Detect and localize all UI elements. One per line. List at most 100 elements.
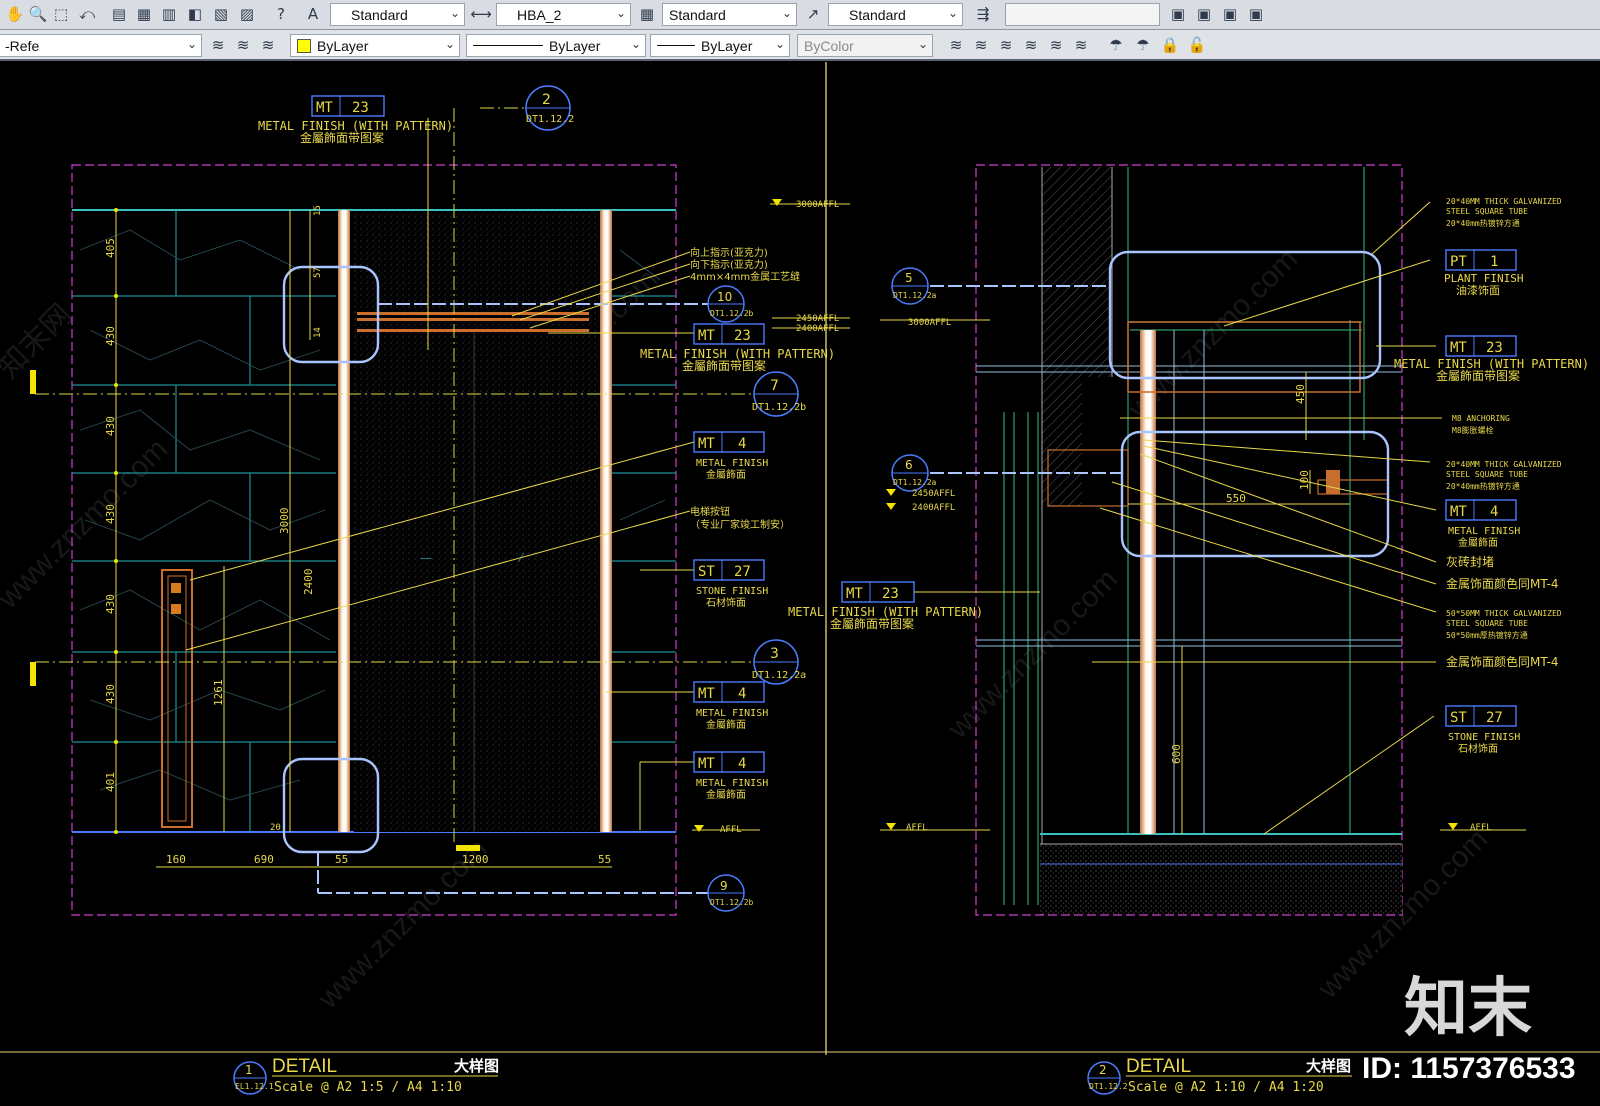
tag-mt4-a: MT 4 METAL FINISH 金屬飾面	[693, 431, 768, 481]
note-tube-2: 20*40MM THICK GALVANIZED STEEL SQUARE TU…	[1446, 460, 1562, 491]
lineweight-sample	[657, 45, 695, 46]
zoom-window-icon[interactable]: ⬚	[50, 3, 72, 25]
text-style-value: Standard	[351, 6, 408, 23]
chevron-down-icon: ⌄	[444, 37, 455, 51]
lineweight-combo[interactable]: ByLayer ⌄	[650, 34, 790, 57]
design-center-icon[interactable]: ▥	[158, 3, 180, 25]
tag-en: STONE FINISH	[1448, 732, 1520, 743]
dim-600: 600	[1170, 744, 1183, 764]
zoom-realtime-icon[interactable]: 🔍	[27, 3, 49, 25]
sheet-set-icon[interactable]: ▧	[210, 3, 232, 25]
layer-tool-6-icon[interactable]: ≋	[1070, 34, 1092, 56]
layer-combo[interactable]: -Refe ⌄	[0, 34, 202, 57]
layer-unlock-icon[interactable]: 🔓	[1186, 34, 1208, 56]
color-swatch	[297, 38, 311, 53]
linetype-combo[interactable]: ByLayer ⌄	[466, 34, 646, 57]
section-mark	[30, 662, 36, 686]
text-style-icon[interactable]: A	[302, 3, 324, 25]
note-line: 20*40mm热镀锌方通	[1446, 481, 1520, 491]
note-line: STEEL SQUARE TUBE	[1446, 470, 1528, 479]
tool-palettes-icon[interactable]: ◧	[184, 3, 206, 25]
layer-tools-icon[interactable]: ⇶	[972, 3, 994, 25]
dim-style-combo[interactable]: HBA_2 ⌄	[496, 3, 631, 26]
tag-code: MT	[316, 100, 333, 116]
note-line: 20*40MM THICK GALVANIZED	[1446, 197, 1562, 206]
dim-h-labels: 160 690 55 1200 55	[166, 853, 611, 866]
note-line: 20*40MM THICK GALVANIZED	[1446, 460, 1562, 469]
dim-style-icon[interactable]: ⟷	[470, 3, 492, 25]
tag-en: STONE FINISH	[696, 586, 768, 597]
tag-code: PT	[1450, 254, 1467, 270]
callout-ref: DT1.12.2a	[752, 670, 806, 681]
plotstyle-combo[interactable]: ByColor ⌄	[797, 34, 933, 57]
tag-mt23-top: MT 23 METAL FINISH (WITH PATTERN) 金屬飾面带图…	[258, 95, 453, 145]
layer-lock-icon[interactable]: 🔒	[1159, 34, 1181, 56]
level-2400: 2400AFFL	[796, 324, 839, 334]
layer-off-icon[interactable]: ☂	[1105, 34, 1127, 56]
multileader-style-icon[interactable]: ↗	[802, 3, 824, 25]
layer-tool-3-icon[interactable]: ≋	[995, 34, 1017, 56]
callout-num: 5	[905, 271, 913, 285]
chevron-down-icon: ⌄	[449, 6, 460, 20]
tag-cn: 金屬飾面	[1458, 536, 1498, 549]
dim-2400: 2400	[302, 569, 315, 596]
layer-isolate-icon[interactable]: ☂	[1132, 34, 1154, 56]
mleader-style-combo[interactable]: Standard ⌄	[828, 3, 963, 26]
dim-h-2: 55	[335, 853, 348, 866]
layer-state-icon[interactable]: ≋	[257, 34, 279, 56]
chevron-down-icon: ⌄	[947, 6, 958, 20]
tag-st27-section: ST 27 STONE FINISH 石材饰面	[1445, 705, 1520, 755]
note-line: 50*50MM THICK GALVANIZED	[1446, 609, 1562, 618]
callout-num: 7	[770, 378, 779, 394]
markup-icon[interactable]: ▨	[236, 3, 258, 25]
layer-make-current-icon[interactable]: ≋	[207, 34, 229, 56]
note-elevator-button: 电梯按钮 （专业厂家竣工制安）	[690, 505, 790, 531]
callout-5: 5 DT1.12.2a	[891, 267, 937, 305]
note-groove: 4mm×4mm金属工艺缝	[690, 270, 800, 283]
drawing-canvas[interactable]: www.znzmo.com www.znzmo.com www.znzmo.co…	[0, 62, 1600, 1106]
layer-previous-icon[interactable]: ≋	[232, 34, 254, 56]
tag-cn: 石材饰面	[706, 596, 746, 609]
view-3-icon[interactable]: ▣	[1219, 3, 1241, 25]
note-line: STEEL SQUARE TUBE	[1446, 207, 1528, 216]
layer-tool-4-icon[interactable]: ≋	[1020, 34, 1042, 56]
transom-bar	[357, 312, 589, 315]
dim-v-0: 405	[104, 238, 117, 258]
detail-1-elevation: — ⁄ 405 430 430 430 430 430 401 15 57 14…	[30, 85, 850, 916]
level-affl-left: AFFL	[906, 823, 928, 833]
level-3000: 3000AFFL	[796, 200, 839, 210]
help-icon[interactable]: ?	[270, 3, 292, 25]
table-style-icon[interactable]: ▦	[636, 3, 658, 25]
tag-cn: 油漆饰面	[1456, 283, 1500, 297]
properties-icon[interactable]: ▦	[133, 3, 155, 25]
tag-code: ST	[1450, 710, 1467, 726]
color-combo[interactable]: ByLayer ⌄	[290, 34, 460, 57]
dim-v-2: 430	[104, 416, 117, 436]
standard-toolbar: ✋ 🔍 ⬚ ⤺ ▤ ▦ ▥ ◧ ▧ ▨ ? A Standard ⌄ ⟷ HBA_…	[0, 0, 1600, 30]
save-icon[interactable]: ▤	[108, 3, 130, 25]
callout-num: 2	[542, 92, 551, 108]
dim-v-6: 401	[104, 772, 117, 792]
view-2-icon[interactable]: ▣	[1193, 3, 1215, 25]
blank-field[interactable]	[1005, 3, 1160, 26]
callout-7: 7 DT1.12.2b	[752, 371, 806, 417]
table-style-combo[interactable]: Standard ⌄	[662, 3, 797, 26]
steel-post	[1140, 330, 1156, 834]
tag-code: MT	[846, 586, 863, 602]
title-ref: DT1.12.2	[1089, 1082, 1128, 1091]
callout-ref: DT1.12.2	[526, 114, 574, 125]
left-jamb	[338, 210, 350, 832]
pan-icon[interactable]: ✋	[4, 3, 26, 25]
layer-tool-1-icon[interactable]: ≋	[945, 34, 967, 56]
watermark-text: www.znzmo.com	[941, 562, 1124, 745]
zoom-previous-icon[interactable]: ⤺	[76, 3, 98, 25]
tag-cn: 金屬飾面带图案	[830, 616, 914, 631]
layer-tool-5-icon[interactable]: ≋	[1045, 34, 1067, 56]
floor-slab	[1040, 844, 1402, 914]
tag-mt23-section: MT 23 METAL FINISH (WITH PATTERN) 金屬飾面带图…	[1394, 335, 1589, 383]
view-add-icon[interactable]: ▣	[1167, 3, 1189, 25]
dim-h-0: 160	[166, 853, 186, 866]
text-style-combo[interactable]: Standard ⌄	[330, 3, 465, 26]
layer-tool-2-icon[interactable]: ≋	[970, 34, 992, 56]
view-4-icon[interactable]: ▣	[1245, 3, 1267, 25]
